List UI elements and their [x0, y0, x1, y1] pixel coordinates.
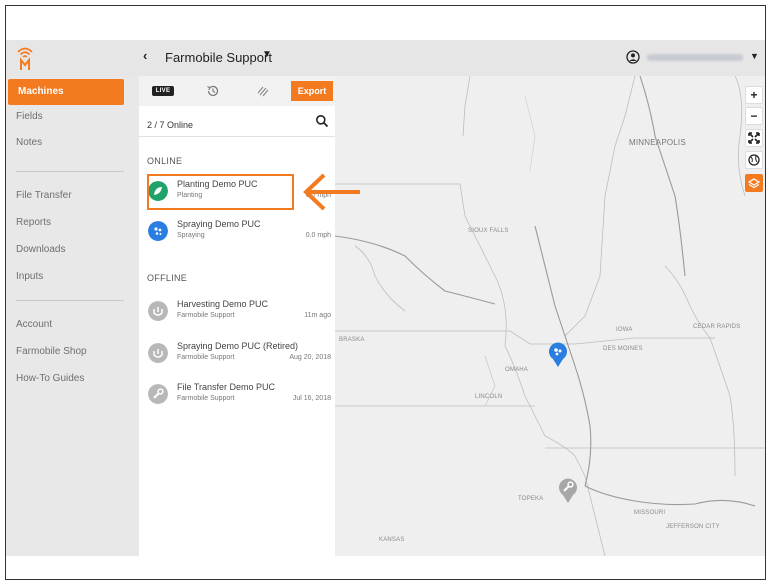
export-button[interactable]: Export: [291, 81, 333, 101]
fullscreen-icon: [748, 132, 760, 144]
city-label: MISSOURI: [634, 510, 666, 516]
offline-section-label: OFFLINE: [147, 273, 188, 283]
city-label: TOPEKA: [518, 496, 544, 502]
spraying-machine-marker-icon[interactable]: [547, 340, 569, 368]
user-circle-icon[interactable]: [626, 50, 640, 64]
sidebar-item-file-transfer[interactable]: File Transfer: [6, 183, 139, 209]
history-icon: [207, 85, 219, 97]
city-label: SIOUX FALLS: [468, 228, 509, 234]
machine-item-file-transfer-demo[interactable]: File Transfer Demo PUC Farmobile Support…: [145, 379, 331, 411]
spray-icon: [148, 221, 168, 241]
machine-owner: Farmobile Support: [177, 354, 235, 361]
machine-item-spraying-retired[interactable]: Spraying Demo PUC (Retired) Farmobile Su…: [145, 338, 331, 370]
zoom-in-button[interactable]: +: [745, 86, 763, 104]
highlight-box: [147, 174, 294, 210]
map-view[interactable]: MINNEAPOLIS SIOUX FALLS IOWA CEDAR RAPID…: [335, 76, 765, 556]
city-label: MINNEAPOLIS: [629, 138, 686, 147]
machine-last-seen: Jul 16, 2018: [292, 395, 331, 402]
machine-name: Spraying Demo PUC (Retired): [177, 341, 299, 351]
sidebar-item-farmobile-shop[interactable]: Farmobile Shop: [6, 339, 139, 365]
live-badge: LIVE: [151, 86, 175, 96]
user-menu-caret-icon[interactable]: ▼: [750, 51, 759, 61]
wrench-icon: [148, 384, 168, 404]
zoom-out-button[interactable]: −: [745, 107, 763, 125]
machine-owner: Farmobile Support: [177, 312, 235, 319]
machine-name: File Transfer Demo PUC: [177, 382, 276, 392]
machine-owner: Farmobile Support: [177, 395, 235, 402]
machine-item-harvesting-demo[interactable]: Harvesting Demo PUC Farmobile Support 11…: [145, 296, 331, 328]
sidebar-item-inputs[interactable]: Inputs: [6, 264, 139, 290]
tab-history[interactable]: [203, 81, 223, 101]
globe-button[interactable]: [745, 151, 763, 169]
city-label: CEDAR RAPIDS: [693, 324, 741, 330]
panel-tabs: LIVE Export: [139, 76, 335, 106]
app-window: ‹ Farmobile Support ▼ ▼ Machines Fields …: [5, 5, 766, 580]
harvest-icon: [148, 301, 168, 321]
sidebar-item-reports[interactable]: Reports: [6, 210, 139, 236]
machine-panel: LIVE Export 2 / 7 Online ONLINE Planting…: [139, 76, 335, 556]
sidebar-divider: [16, 300, 124, 301]
sidebar-item-downloads[interactable]: Downloads: [6, 237, 139, 263]
machine-last-seen: 11m ago: [304, 312, 331, 319]
sidebar-item-how-to-guides[interactable]: How-To Guides: [6, 366, 139, 392]
globe-icon: [748, 154, 760, 166]
city-label: LINCOLN: [475, 394, 503, 400]
panel-separator: [139, 136, 335, 137]
sidebar-item-account[interactable]: Account: [6, 312, 139, 338]
sidebar-divider: [16, 171, 124, 172]
sidebar-item-machines[interactable]: Machines: [8, 79, 124, 105]
fullscreen-button[interactable]: [745, 129, 763, 147]
city-label: DES MOINES: [603, 346, 643, 352]
city-label: OMAHA: [505, 367, 529, 373]
city-label: KANSAS: [379, 537, 405, 543]
online-count: 2 / 7 Online: [147, 120, 194, 130]
footer-blank: [6, 556, 765, 579]
org-title[interactable]: Farmobile Support: [165, 50, 272, 65]
online-section-label: ONLINE: [147, 156, 183, 166]
back-chevron-icon[interactable]: ‹: [143, 48, 147, 63]
machine-activity: Spraying: [177, 232, 205, 239]
user-name-blurred[interactable]: [647, 54, 743, 61]
arrow-left-icon: [303, 173, 360, 211]
city-label: IOWA: [616, 327, 633, 333]
farmobile-logo-icon[interactable]: [16, 44, 34, 72]
tab-coverage[interactable]: [253, 81, 273, 101]
hatch-icon: [257, 86, 269, 97]
sidebar: Machines Fields Notes File Transfer Repo…: [6, 76, 139, 556]
layers-button[interactable]: [745, 174, 763, 192]
org-dropdown-caret-icon[interactable]: ▼: [262, 49, 272, 60]
machine-name: Spraying Demo PUC: [177, 219, 261, 229]
machine-name: Harvesting Demo PUC: [177, 299, 269, 309]
search-icon[interactable]: [315, 114, 329, 128]
machine-speed: 0.0 mph: [305, 232, 331, 239]
sidebar-item-fields[interactable]: Fields: [6, 104, 139, 130]
file-transfer-machine-marker-icon[interactable]: [557, 476, 579, 504]
layers-icon: [748, 178, 760, 189]
tab-live[interactable]: LIVE: [149, 81, 177, 101]
machine-last-seen: Aug 20, 2018: [289, 354, 331, 361]
city-label: JEFFERSON CITY: [666, 524, 720, 530]
harvest-icon: [148, 343, 168, 363]
city-label: BRASKA: [339, 337, 365, 343]
machine-item-spraying-demo[interactable]: Spraying Demo PUC Spraying 0.0 mph: [145, 216, 331, 248]
map-canvas: [335, 76, 765, 556]
sidebar-item-notes[interactable]: Notes: [6, 130, 139, 156]
top-bar: ‹ Farmobile Support ▼ ▼: [6, 40, 765, 76]
